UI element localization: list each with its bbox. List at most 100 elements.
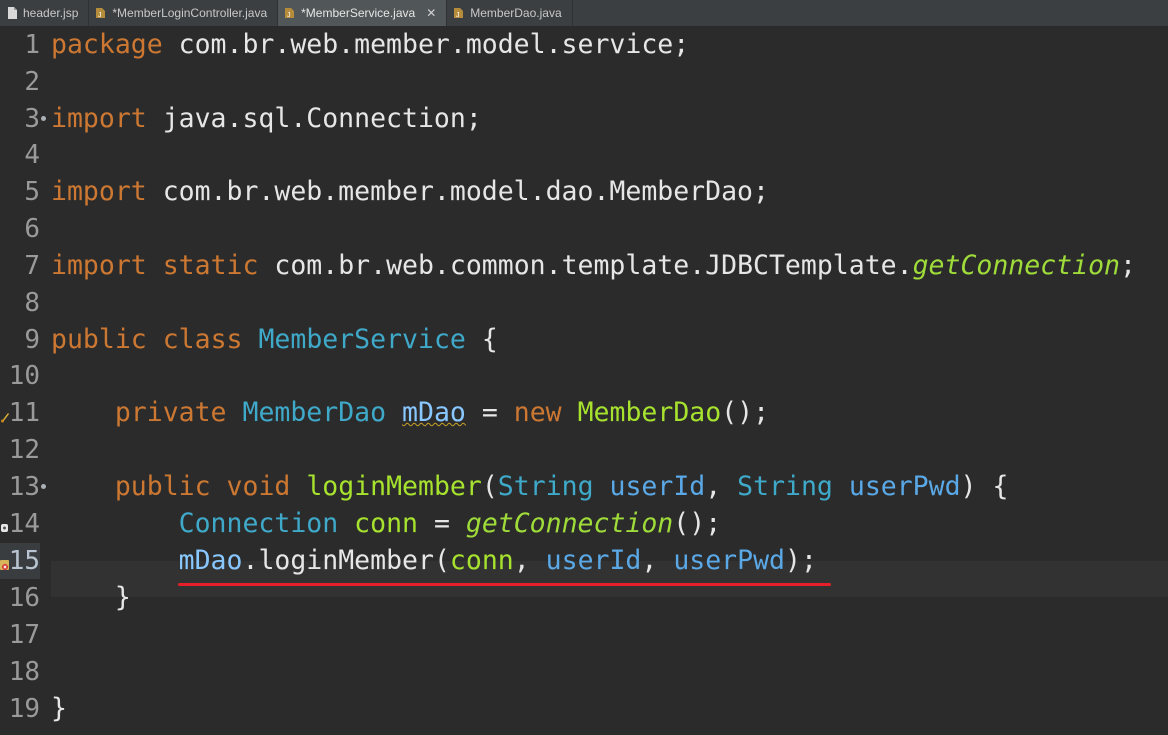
keyword: import <box>51 250 147 281</box>
punctuation: (); <box>721 397 770 428</box>
semicolon: ; <box>1120 250 1136 281</box>
code-line-9: public class MemberService { <box>51 322 498 358</box>
line-number: 18 <box>8 657 40 687</box>
keyword: import <box>51 103 147 134</box>
line-number: 12 <box>8 435 40 465</box>
keyword: new <box>513 397 562 428</box>
static-method: getConnection <box>912 250 1120 281</box>
keyword: void <box>226 471 291 502</box>
argument: userPwd <box>673 545 785 576</box>
tab-label: header.jsp <box>23 6 79 20</box>
punctuation: (); <box>673 508 722 539</box>
punctuation: . <box>242 545 259 576</box>
code-line-15: mDao.loginMember(conn, userId, userPwd); <box>51 543 817 579</box>
punctuation: ( <box>481 471 498 502</box>
field-name: mDao <box>402 397 466 428</box>
java-file-icon: J <box>453 7 465 19</box>
line-number: 8 <box>24 288 40 318</box>
constructor-name: MemberDao <box>577 397 722 428</box>
tab-member-service[interactable]: J *MemberService.java ✕ <box>278 0 448 26</box>
parameter: userId <box>609 471 706 502</box>
line-number: 4 <box>24 140 40 170</box>
method-name: loginMember <box>306 471 482 502</box>
local-variable: conn <box>354 508 418 539</box>
code-line-3: import java.sql.Connection; <box>51 101 482 137</box>
brace: } <box>51 693 67 724</box>
tab-label: *MemberService.java <box>301 6 416 20</box>
punctuation: , <box>513 545 546 576</box>
code-line-1: package com.br.web.member.model.service; <box>51 27 689 63</box>
line-number: 10 <box>8 361 40 391</box>
line-number: 2 <box>24 67 40 97</box>
type-name: MemberDao <box>242 397 387 428</box>
import-path: com.br.web.common.template.JDBCTemplate. <box>258 250 913 281</box>
type-name: Connection <box>178 508 339 539</box>
operator: = <box>417 508 466 539</box>
tab-member-dao[interactable]: J MemberDao.java <box>447 0 573 26</box>
keyword: public <box>114 471 211 502</box>
tab-member-login-controller[interactable]: J *MemberLoginController.java <box>89 0 279 26</box>
keyword: static <box>162 250 259 281</box>
svg-text:J: J <box>98 12 102 19</box>
punctuation: , <box>705 471 738 502</box>
punctuation: ( <box>433 545 450 576</box>
code-line-7: import static com.br.web.common.template… <box>51 248 1136 284</box>
line-number: 7 <box>24 251 40 281</box>
import-path: java.sql.Connection; <box>146 103 482 134</box>
punctuation: , <box>641 545 674 576</box>
import-path: com.br.web.member.model.dao.MemberDao; <box>146 176 769 207</box>
line-number: 13 <box>8 472 40 502</box>
warning-marker-icon[interactable] <box>0 408 10 423</box>
error-underline <box>178 583 831 586</box>
keyword: class <box>162 324 243 355</box>
line-number: 17 <box>8 620 40 650</box>
error-marker-icon[interactable] <box>0 556 10 570</box>
svg-text:J: J <box>456 12 460 19</box>
java-file-icon: J <box>284 7 296 19</box>
code-editor[interactable]: 1 2 3 4 5 6 7 8 9 10 11 12 13 14 15 16 1… <box>0 27 1168 735</box>
operator: = <box>465 397 514 428</box>
brace: } <box>114 582 131 613</box>
punctuation: ) { <box>960 471 1009 502</box>
tab-label: *MemberLoginController.java <box>112 6 268 20</box>
keyword: private <box>114 397 227 428</box>
line-number-gutter: 1 2 3 4 5 6 7 8 9 10 11 12 13 14 15 16 1… <box>0 27 46 735</box>
keyword: package <box>51 29 163 60</box>
code-line-14: Connection conn = getConnection(); <box>51 506 722 542</box>
type-name: String <box>497 471 594 502</box>
editor-tab-bar: header.jsp J *MemberLoginController.java… <box>0 0 1168 27</box>
code-line-19: } <box>51 691 67 727</box>
line-number: 3 <box>24 104 40 134</box>
svg-text:J: J <box>287 12 291 19</box>
code-line-13: public void loginMember(String userId, S… <box>51 469 1009 505</box>
argument: conn <box>449 545 514 576</box>
class-name: MemberService <box>258 324 466 355</box>
code-line-16: } <box>51 580 131 616</box>
line-number: 16 <box>8 583 40 613</box>
line-number: 19 <box>8 694 40 724</box>
close-icon[interactable]: ✕ <box>426 6 436 20</box>
info-marker-icon[interactable] <box>0 519 10 532</box>
static-method: getConnection <box>465 508 674 539</box>
line-number: 9 <box>24 325 40 355</box>
line-number: 6 <box>24 214 40 244</box>
fold-toggle-icon[interactable] <box>40 483 48 491</box>
keyword: public <box>51 324 147 355</box>
java-file-icon: J <box>95 7 107 19</box>
jsp-file-icon <box>6 7 18 19</box>
line-number: 5 <box>24 177 40 207</box>
method-call: loginMember <box>258 545 434 576</box>
tab-header-jsp[interactable]: header.jsp <box>0 0 90 26</box>
parameter: userPwd <box>848 471 961 502</box>
code-line-5: import com.br.web.member.model.dao.Membe… <box>51 174 769 210</box>
tab-label: MemberDao.java <box>470 6 562 20</box>
line-number: 1 <box>24 30 40 60</box>
type-name: String <box>737 471 833 502</box>
code-line-11: private MemberDao mDao = new MemberDao()… <box>51 395 769 431</box>
brace: { <box>465 324 498 355</box>
keyword: import <box>51 176 147 207</box>
package-name: com.br.web.member.model.service; <box>162 29 690 60</box>
fold-toggle-icon[interactable] <box>40 115 48 123</box>
code-area[interactable]: package com.br.web.member.model.service;… <box>51 27 1168 735</box>
punctuation: ); <box>785 545 817 576</box>
